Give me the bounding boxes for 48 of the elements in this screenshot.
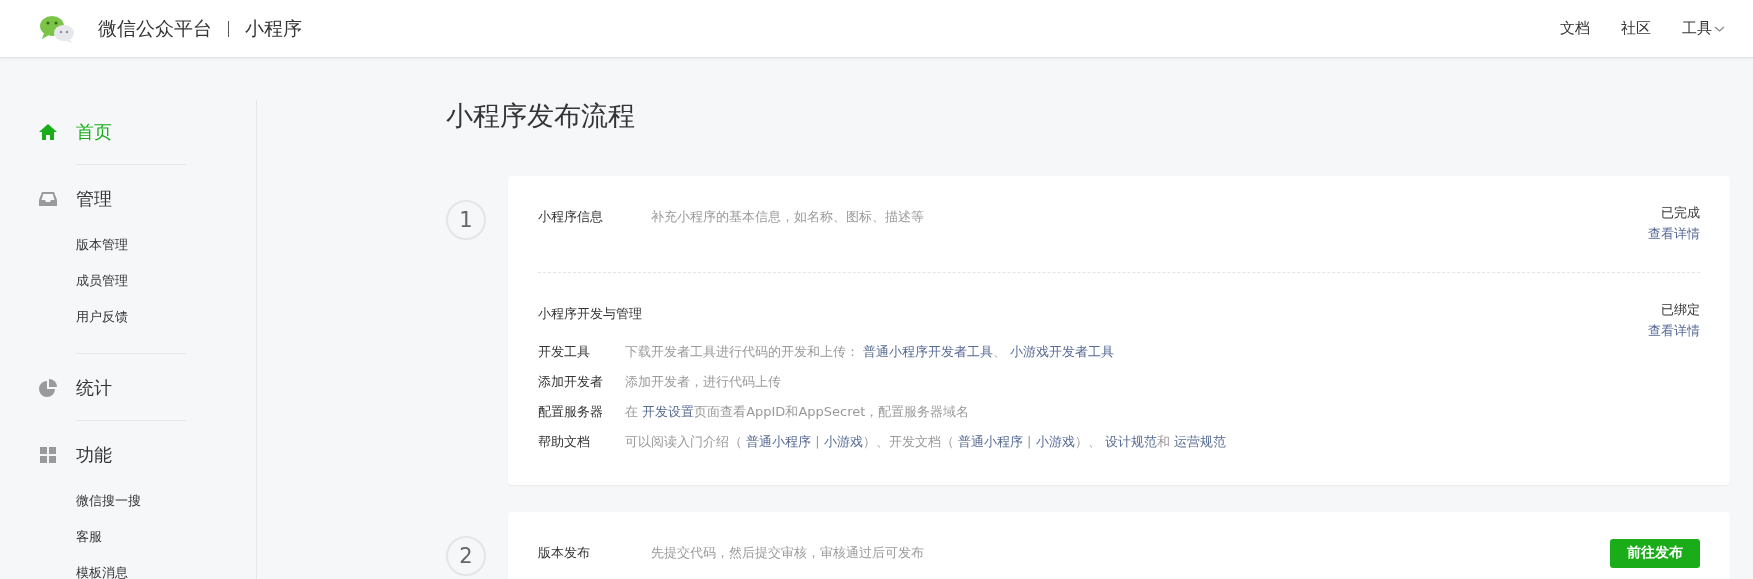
link[interactable]: 设计规范 (1104, 434, 1157, 449)
step-number: 1 (446, 200, 486, 240)
sidebar-subitem[interactable]: 客服 (76, 523, 256, 559)
link[interactable]: 普通小程序 (957, 434, 1023, 449)
nav-link[interactable]: 社区 (1621, 19, 1651, 38)
link[interactable]: 小游戏开发者工具 (1010, 344, 1115, 359)
step-number: 2 (446, 536, 486, 576)
pie-chart-icon (38, 378, 58, 398)
link[interactable]: 运营规范 (1173, 434, 1226, 449)
grid-icon (38, 445, 58, 465)
nav-link[interactable]: 文档 (1560, 19, 1590, 38)
row-description: 添加开发者，进行代码上传 (625, 373, 781, 391)
product-name: 小程序 (245, 15, 302, 41)
section-description: 先提交代码，然后提交审核，审核通过后可发布 (651, 544, 924, 562)
nav-link[interactable]: 工具 (1682, 19, 1725, 38)
sidebar-item[interactable]: 统计 (76, 376, 112, 400)
link[interactable]: 普通小程序 (746, 434, 812, 449)
sidebar-subitem[interactable]: 微信搜一搜 (76, 487, 256, 523)
section-title: 小程序开发与管理 (538, 305, 643, 323)
row-label: 配置服务器 (538, 403, 604, 421)
brand-name[interactable]: 微信公众平台 (98, 15, 212, 42)
link[interactable]: 开发设置 (642, 404, 695, 419)
details-link[interactable]: 查看详情 (1648, 223, 1700, 244)
link[interactable]: 小游戏 (823, 434, 863, 449)
section-description: 补充小程序的基本信息，如名称、图标、描述等 (651, 208, 924, 226)
home-icon (38, 122, 58, 142)
status-text: 已绑定 (1661, 301, 1700, 319)
sidebar-subitem[interactable]: 用户反馈 (76, 303, 256, 339)
sidebar-item[interactable]: 功能 (76, 443, 112, 467)
sidebar-item[interactable]: 管理 (76, 187, 112, 211)
row-description: 在 开发设置页面查看AppID和AppSecret，配置服务器域名 (625, 403, 970, 421)
section-title: 版本发布 (538, 544, 591, 562)
row-label: 添加开发者 (538, 373, 604, 391)
row-description: 可以阅读入门介绍（ 普通小程序 | 小游戏）、开发文档（ 普通小程序 | 小游戏）、 设计规范和 运营规范 (625, 433, 1226, 451)
row-label: 帮助文档 (538, 433, 591, 451)
status-text: 已完成 (1661, 204, 1700, 222)
inbox-icon (38, 189, 58, 209)
link[interactable]: 普通小程序开发者工具 (863, 344, 994, 359)
row-description: 下载开发者工具进行代码的开发和上传： 普通小程序开发者工具、 小游戏开发者工具 (625, 343, 1115, 361)
chat-bubbles-logo (38, 13, 76, 44)
details-link[interactable]: 查看详情 (1648, 320, 1700, 341)
page-title: 小程序发布流程 (446, 100, 636, 132)
row-label: 开发工具 (538, 343, 591, 361)
section-title: 小程序信息 (538, 208, 604, 226)
link[interactable]: 小游戏 (1035, 434, 1075, 449)
sidebar-subitem[interactable]: 版本管理 (76, 231, 256, 267)
sidebar-subitem[interactable]: 模板消息 (76, 559, 256, 579)
sidebar-subitem[interactable]: 成员管理 (76, 267, 256, 303)
